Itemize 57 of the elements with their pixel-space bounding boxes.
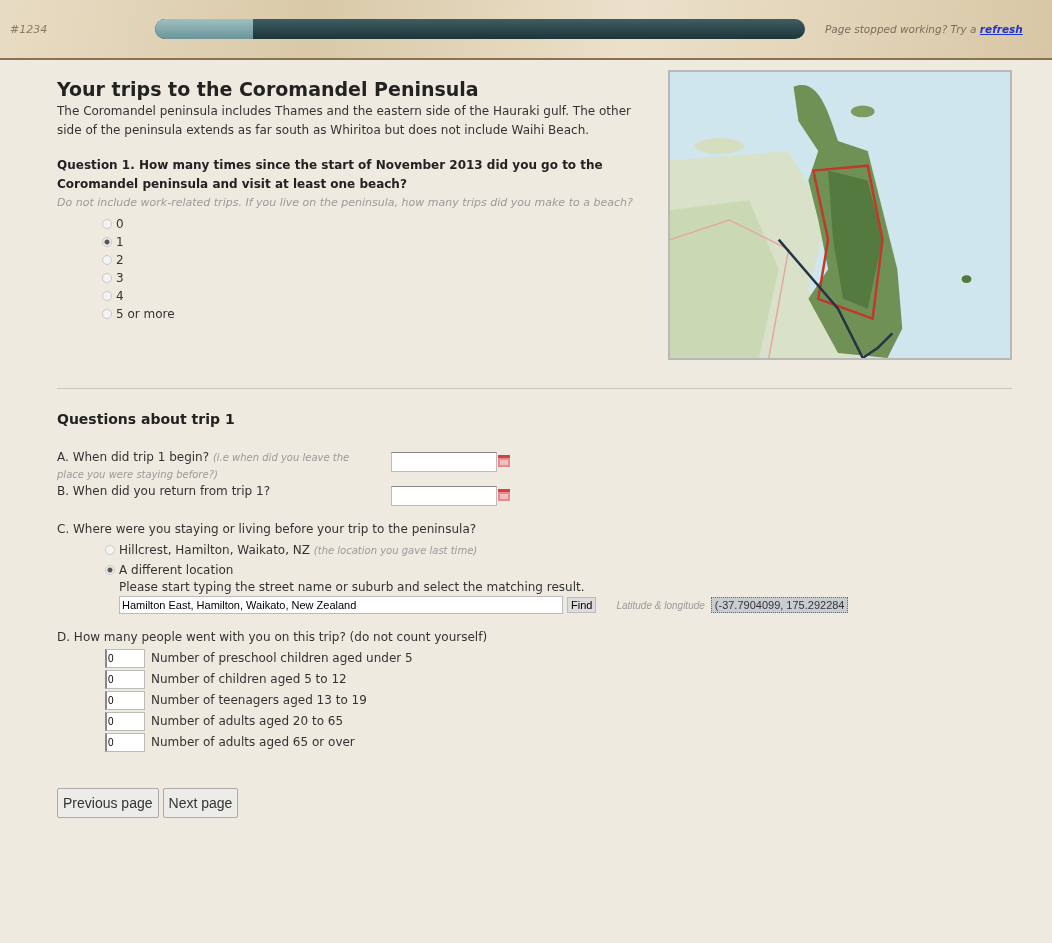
- radio-button[interactable]: [105, 545, 115, 555]
- count-field[interactable]: 0: [105, 669, 145, 689]
- survey-id: #1234: [9, 22, 49, 36]
- radio-option[interactable]: A different location: [105, 560, 1012, 580]
- radio-button[interactable]: [102, 219, 112, 229]
- option-label: 0: [116, 217, 124, 231]
- radio-option[interactable]: 1: [102, 233, 657, 251]
- location-field[interactable]: Hamilton East, Hamilton, Waikato, New Zealand: [119, 596, 563, 614]
- count-field[interactable]: 0: [105, 732, 145, 752]
- date-question: A. When did trip 1 begin? (i.e when did you leave the place you were staying before?): [57, 449, 351, 482]
- calendar-icon[interactable]: [497, 488, 511, 502]
- question-hint: Do not include work-related trips. If you live on the peninsula, how many trips did you make to a beach?: [57, 195, 634, 211]
- radio-option[interactable]: 0: [102, 215, 657, 233]
- location-question: C. Where were you staying or living before your trip to the peninsula?: [57, 522, 478, 536]
- question-text: Question 1. How many times since the start of November 2013 did you go to the Coromandel peninsula and visit at least one beach?: [57, 157, 604, 193]
- count-label: Number of teenagers aged 13 to 19: [151, 693, 367, 707]
- radio-option[interactable]: 4: [102, 287, 657, 305]
- refresh-link[interactable]: refresh: [979, 23, 1023, 35]
- instruction-text: Please start typing the street name or suburb and select the matching result.: [119, 580, 586, 594]
- help-text: Page stopped working? Try a refresh: [825, 23, 1023, 35]
- radio-option[interactable]: 2: [102, 251, 657, 269]
- option-label: 2: [116, 253, 124, 267]
- radio-option[interactable]: 5 or more: [102, 305, 657, 323]
- count-label: Number of children aged 5 to 12: [151, 672, 347, 686]
- radio-button[interactable]: [102, 273, 112, 283]
- count-label: Number of adults aged 20 to 65: [151, 714, 344, 728]
- option-label: 4: [116, 289, 124, 303]
- count-field[interactable]: 0: [105, 648, 145, 668]
- count-field[interactable]: 0: [105, 690, 145, 710]
- calendar-icon[interactable]: [497, 454, 511, 468]
- count-label: Number of adults aged 65 or over: [151, 735, 355, 749]
- coordinates-value: (-37.7904099, 175.292284: [710, 597, 849, 613]
- page-button[interactable]: Next page: [162, 788, 239, 818]
- option-label: A different location: [119, 563, 234, 577]
- people-question: D. How many people went with you on this trip? (do not count yourself): [57, 630, 489, 644]
- count-field[interactable]: 0: [105, 711, 145, 731]
- date-field[interactable]: [391, 452, 497, 472]
- radio-option[interactable]: Hillcrest, Hamilton, Waikato, NZ (the location you gave last time): [105, 540, 1012, 560]
- option-label: Hillcrest, Hamilton, Waikato, NZ (the location you gave last time): [119, 543, 478, 557]
- find-button[interactable]: Find: [567, 597, 597, 613]
- count-label: Number of preschool children aged under 5: [151, 651, 413, 665]
- section-title: Questions about trip 1: [57, 411, 236, 427]
- radio-button[interactable]: [102, 255, 112, 265]
- date-field[interactable]: [391, 486, 497, 506]
- intro-text: The Coromandel peninsula includes Thames and the eastern side of the Hauraki gulf. The other side of the peninsula extends as far south as Whiritoa but does not include Waihi Beach.: [57, 103, 632, 139]
- radio-button[interactable]: [102, 237, 112, 247]
- page-title: Your trips to the Coromandel Peninsula: [57, 78, 480, 100]
- radio-button[interactable]: [102, 309, 112, 319]
- radio-button[interactable]: [105, 565, 115, 575]
- option-label: 1: [116, 235, 124, 249]
- radio-option[interactable]: 3: [102, 269, 657, 287]
- date-question: B. When did you return from trip 1?: [57, 483, 272, 500]
- radio-button[interactable]: [102, 291, 112, 301]
- coordinates-label: Latitude & longitude: [616, 599, 705, 611]
- page-button[interactable]: Previous page: [57, 788, 159, 818]
- option-label: 5 or more: [116, 307, 175, 321]
- option-label: 3: [116, 271, 124, 285]
